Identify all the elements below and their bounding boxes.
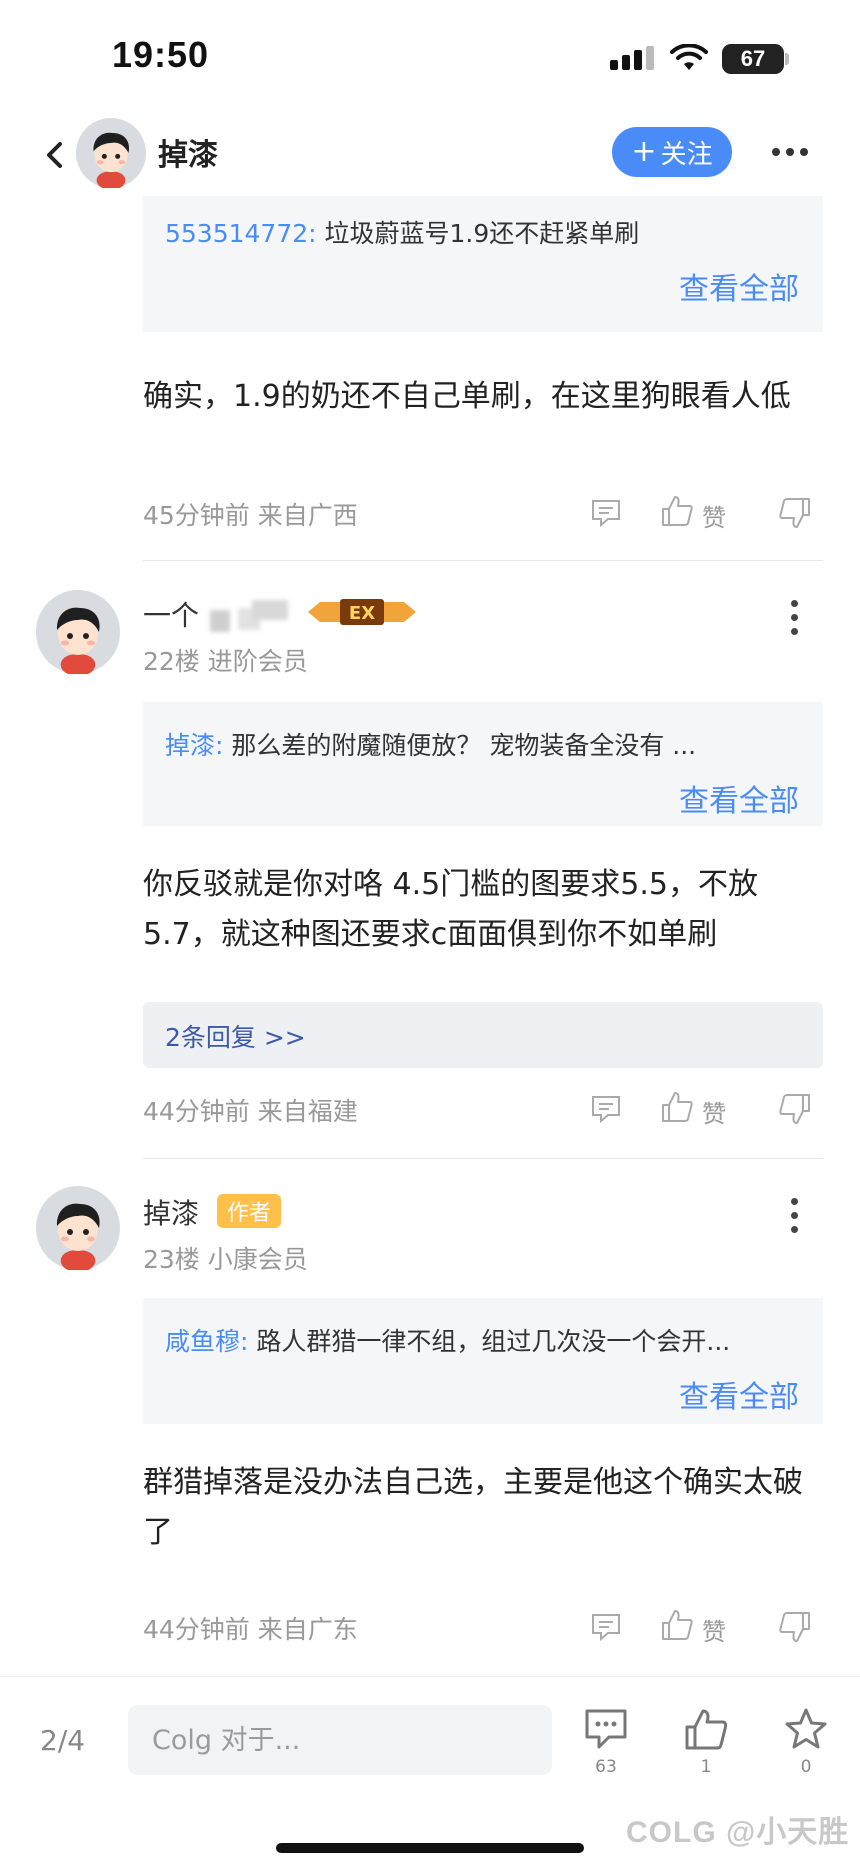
comment-more-icon[interactable]: [790, 600, 800, 636]
redacted-name-part: [252, 600, 288, 620]
thumbs-up-icon: [685, 1709, 728, 1750]
like-count: 1: [700, 1757, 712, 1777]
battery-tip: [785, 53, 789, 65]
author-name[interactable]: 掉漆: [158, 130, 218, 174]
ex-level-badge-icon: EX: [308, 599, 416, 625]
status-time: 19:50: [112, 34, 210, 75]
thumbs-down-icon[interactable]: [778, 1092, 812, 1126]
like-label[interactable]: 赞: [702, 1612, 726, 1647]
thumbs-up-icon[interactable]: [660, 1608, 694, 1642]
star-icon: [785, 1708, 827, 1749]
reply-icon[interactable]: [590, 498, 622, 528]
quoted-reply[interactable]: 553514772: 垃圾蔚蓝号1.9还不赶紧单刷 查看全部: [143, 196, 823, 332]
follow-label: 关注: [660, 139, 713, 170]
user-avatar[interactable]: [36, 590, 120, 674]
comment-list: 553514772: 垃圾蔚蓝号1.9还不赶紧单刷 查看全部 确实，1.9的奶还…: [0, 196, 860, 1676]
plus-icon: +: [631, 134, 657, 169]
floor-level: 22楼 进阶会员: [143, 647, 308, 676]
replies-count-label: 2条回复 >>: [165, 1023, 306, 1052]
view-all-link[interactable]: 查看全部: [679, 264, 799, 308]
comments-button[interactable]: 63: [576, 1707, 636, 1777]
quote-text: 路人群猎一律不组，组过几次没一个会开...: [248, 1327, 731, 1356]
watermark: COLG @小天胜: [626, 1816, 850, 1849]
user-name[interactable]: 一个: [143, 594, 199, 634]
redacted-name-part: [210, 610, 230, 632]
comment-actions: 赞: [590, 1090, 820, 1130]
quote-author[interactable]: 掉漆:: [165, 731, 223, 760]
like-button[interactable]: 1: [676, 1707, 736, 1777]
quote-text: 那么差的附魔随便放？ 宠物装备全没有 ...: [223, 731, 697, 760]
author-avatar[interactable]: [76, 118, 146, 188]
view-all-link[interactable]: 查看全部: [679, 776, 799, 820]
comment-text: 确实，1.9的奶还不自己单刷，在这里狗眼看人低: [143, 379, 791, 414]
quoted-reply[interactable]: 咸鱼穆: 路人群猎一律不组，组过几次没一个会开... 查看全部: [143, 1298, 823, 1424]
favorite-button[interactable]: 0: [776, 1707, 836, 1777]
comment-bubble-icon: [585, 1709, 627, 1749]
wifi-icon: [670, 44, 708, 70]
comment-input[interactable]: [128, 1705, 552, 1775]
status-bar: 19:50 67: [0, 0, 860, 110]
cellular-signal-icon: [610, 46, 654, 70]
more-options-icon[interactable]: [772, 148, 808, 158]
replies-link[interactable]: 2条回复 >>: [143, 1002, 823, 1068]
reply-icon[interactable]: [590, 1612, 622, 1642]
follow-button[interactable]: + 关注: [612, 127, 732, 177]
user-name[interactable]: 掉漆: [143, 1192, 199, 1232]
back-arrow-icon[interactable]: [40, 138, 70, 172]
floor-level: 23楼 小康会员: [143, 1245, 308, 1274]
quote-author[interactable]: 咸鱼穆:: [165, 1327, 248, 1356]
favorite-count: 0: [800, 1757, 812, 1777]
divider: [143, 560, 823, 561]
author-badge: 作者: [217, 1194, 281, 1228]
comment-more-icon[interactable]: [790, 1198, 800, 1234]
comment-actions: 赞: [590, 1608, 820, 1648]
home-indicator[interactable]: [276, 1843, 584, 1853]
ex-badge-text: EX: [349, 603, 375, 624]
top-nav-bar: 掉漆 + 关注: [0, 110, 860, 200]
comment-meta: 45分钟前 来自广西: [143, 501, 358, 530]
reply-icon[interactable]: [590, 1094, 622, 1124]
comment-actions: 赞: [590, 494, 820, 534]
quote-author[interactable]: 553514772:: [165, 219, 317, 248]
like-label[interactable]: 赞: [702, 498, 726, 533]
quote-text: 垃圾蔚蓝号1.9还不赶紧单刷: [316, 219, 640, 248]
thumbs-up-icon[interactable]: [660, 494, 694, 528]
quoted-reply[interactable]: 掉漆: 那么差的附魔随便放？ 宠物装备全没有 ... 查看全部: [143, 702, 823, 826]
comment-count: 63: [595, 1757, 617, 1777]
comment-text: 你反驳就是你对咯 4.5门槛的图要求5.5，不放5.7，就这种图还要求c面面俱到…: [143, 867, 758, 952]
comment-meta: 44分钟前 来自广东: [143, 1615, 358, 1644]
bottom-action-bar: 2/4 63 1 0 COLG @小天胜: [0, 1676, 860, 1864]
thumbs-up-icon[interactable]: [660, 1090, 694, 1124]
like-label[interactable]: 赞: [702, 1094, 726, 1129]
page-indicator[interactable]: 2/4: [40, 1724, 85, 1757]
thumbs-down-icon[interactable]: [778, 1610, 812, 1644]
comment-text: 群猎掉落是没办法自己选，主要是他这个确实太破了: [143, 1465, 803, 1550]
divider: [143, 1158, 823, 1159]
thumbs-down-icon[interactable]: [778, 496, 812, 530]
comment-meta: 44分钟前 来自福建: [143, 1097, 358, 1126]
user-avatar[interactable]: [36, 1186, 120, 1270]
view-all-link[interactable]: 查看全部: [679, 1372, 799, 1416]
battery-indicator: 67: [722, 44, 784, 74]
